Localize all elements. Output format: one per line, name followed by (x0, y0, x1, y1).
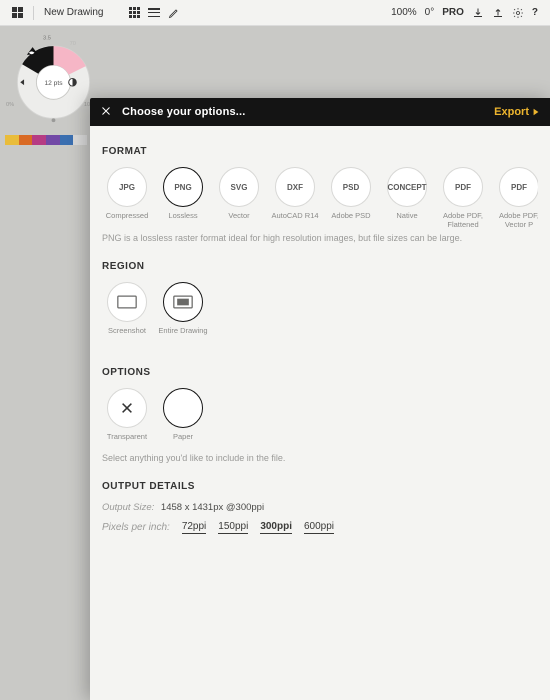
upload-icon (492, 7, 504, 19)
import-button[interactable] (472, 7, 484, 19)
format-option-pdf[interactable]: PDF Adobe PDF, Flattened (438, 167, 488, 229)
format-option-svg[interactable]: SVG Vector (214, 167, 264, 229)
format-sublabel: Lossless (168, 212, 197, 228)
section-heading-output: OUTPUT DETAILS (102, 481, 538, 492)
output-size-line: Output Size: 1458 x 1431px @300ppi (102, 502, 538, 513)
modal-header: Choose your options... Export (90, 98, 550, 126)
app-icon[interactable] (12, 7, 23, 18)
format-sublabel: Adobe PDF, Vector P (494, 212, 538, 229)
export-confirm-button[interactable]: Export (494, 106, 540, 118)
format-circle: PDF (499, 167, 538, 207)
format-sublabel: Compressed (106, 212, 149, 228)
format-circle: PSD (331, 167, 371, 207)
region-sublabel: Screenshot (108, 327, 146, 343)
ppi-option-300ppi[interactable]: 300ppi (260, 521, 292, 534)
four-squares-icon (12, 7, 23, 18)
region-sublabel: Entire Drawing (158, 327, 207, 343)
export-label: Export (494, 106, 529, 118)
radial-value-top2: 70 (70, 41, 76, 47)
list-menu-button[interactable] (148, 8, 160, 17)
format-sublabel: Native (396, 212, 417, 228)
ppi-row: Pixels per inch: 72ppi 150ppi 300ppi 600ppi (102, 521, 538, 534)
help-button[interactable]: ? (532, 7, 538, 18)
option-sublabel: Paper (173, 433, 193, 449)
format-sublabel: Adobe PDF, Flattened (438, 212, 488, 229)
options-options-row: Transparent Paper (102, 388, 538, 449)
format-options-row: JPG Compressed PNG Lossless SVG Vector DXF Auto… (102, 167, 538, 229)
close-button[interactable] (100, 105, 112, 120)
output-size-label: Output Size: (102, 502, 154, 513)
region-options-row: Screenshot Entire Drawing (102, 282, 538, 343)
download-icon (472, 7, 484, 19)
ppi-option-150ppi[interactable]: 150ppi (218, 521, 248, 534)
format-option-jpg[interactable]: JPG Compressed (102, 167, 152, 229)
format-option-psd[interactable]: PSD Adobe PSD (326, 167, 376, 229)
option-paper[interactable]: Paper (158, 388, 208, 449)
radial-value-top1: 3.5 (43, 36, 51, 42)
swatch[interactable] (19, 135, 33, 145)
export-button[interactable] (492, 7, 504, 19)
ppi-option-600ppi[interactable]: 600ppi (304, 521, 334, 534)
chevron-right-icon (532, 108, 540, 116)
section-heading-options: OPTIONS (102, 367, 538, 378)
format-circle: PDF (443, 167, 483, 207)
tier-badge[interactable]: PRO (442, 7, 464, 18)
section-heading-region: REGION (102, 261, 538, 272)
brush-size-label: 12 pts (44, 80, 63, 87)
frame-empty-icon (107, 282, 147, 322)
option-transparent[interactable]: Transparent (102, 388, 152, 449)
swatch[interactable] (5, 135, 19, 145)
hamburger-icon (148, 8, 160, 17)
format-option-png[interactable]: PNG Lossless (158, 167, 208, 229)
option-sublabel: Transparent (107, 433, 147, 449)
radial-tool-menu[interactable]: 12 pts 3.5 70 0% 100% (6, 30, 101, 125)
format-option-dxf[interactable]: DXF AutoCAD R14 (270, 167, 320, 229)
section-heading-format: FORMAT (102, 146, 538, 157)
region-option-entire-drawing[interactable]: Entire Drawing (158, 282, 208, 343)
swatch[interactable] (60, 135, 74, 145)
format-circle: SVG (219, 167, 259, 207)
format-sublabel: Adobe PSD (331, 212, 370, 228)
format-circle: PNG (163, 167, 203, 207)
gear-icon (512, 7, 524, 19)
options-description: Select anything you'd like to include in… (102, 453, 538, 465)
grid-menu-button[interactable] (129, 7, 140, 18)
ppi-label: Pixels per inch: (102, 522, 170, 533)
format-circle: DXF (275, 167, 315, 207)
format-option-concept[interactable]: CONCEPT Native (382, 167, 432, 229)
format-circle: JPG (107, 167, 147, 207)
swatch[interactable] (46, 135, 60, 145)
grid-icon (129, 7, 140, 18)
x-icon (107, 388, 147, 428)
modal-title: Choose your options... (122, 106, 246, 118)
format-option-pdf[interactable]: PDF Adobe PDF, Vector P (494, 167, 538, 229)
divider (33, 6, 34, 20)
modal-body: FORMAT JPG Compressed PNG Lossless SVG Vector… (90, 126, 550, 554)
blank-circle-icon (163, 388, 203, 428)
format-sublabel: Vector (228, 212, 249, 228)
document-title[interactable]: New Drawing (44, 7, 103, 18)
frame-content-icon (163, 282, 203, 322)
ppi-option-72ppi[interactable]: 72ppi (182, 521, 206, 534)
format-circle: CONCEPT (387, 167, 427, 207)
export-modal: Choose your options... Export FORMAT JPG… (90, 98, 550, 700)
close-icon (100, 105, 112, 117)
radial-value-left: 0% (6, 102, 14, 108)
zoom-level[interactable]: 100% (391, 7, 417, 18)
color-swatches[interactable] (5, 135, 87, 145)
rotation-level[interactable]: 0° (425, 7, 435, 18)
format-description: PNG is a lossless raster format ideal fo… (102, 233, 538, 245)
swatch[interactable] (32, 135, 46, 145)
top-toolbar: New Drawing 100% 0° PRO ? (0, 0, 550, 26)
format-sublabel: AutoCAD R14 (271, 212, 318, 228)
output-size-value: 1458 x 1431px @300ppi (161, 502, 264, 513)
pencil-icon (168, 7, 180, 19)
region-option-screenshot[interactable]: Screenshot (102, 282, 152, 343)
settings-button[interactable] (512, 7, 524, 19)
radial-dial-icon: 12 pts 3.5 70 0% 100% (6, 30, 101, 125)
swatch[interactable] (73, 135, 87, 145)
edit-button[interactable] (168, 7, 180, 19)
